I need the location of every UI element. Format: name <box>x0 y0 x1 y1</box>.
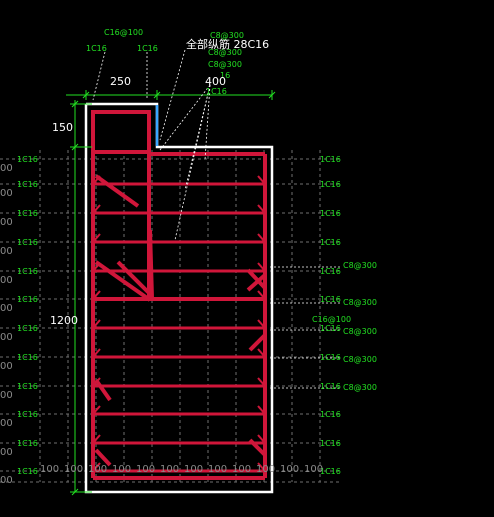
section-drawing: C16@100 1C16 1C16 全部纵筋 28C16 C8@300 C8@3… <box>0 28 377 496</box>
stirrup-label: C16@100 <box>104 28 143 37</box>
rebar-label-left: 1C16 <box>86 44 107 53</box>
left-gray-dim: 00 <box>0 217 13 228</box>
left-gray-dim: 00 <box>0 188 13 199</box>
dim-width-right: 400 <box>205 75 226 88</box>
row-label-right: 1C16 <box>320 267 341 276</box>
left-gray-dim: 00 <box>0 447 13 458</box>
bottom-gray-dim: 100 <box>304 464 323 475</box>
left-gray-dim: 00 <box>0 418 13 429</box>
left-gray-dim: 00 <box>0 163 13 174</box>
diagonal-tie <box>148 229 154 299</box>
stirrup-label-s3: C8@300 <box>208 60 242 69</box>
bottom-gray-dim: 100 <box>232 464 251 475</box>
row-label-left: 1C16 <box>17 439 38 448</box>
row-label-right: 1C16 <box>320 353 341 362</box>
flange-stirrup <box>91 110 151 154</box>
one-c16-label: 1C16 <box>206 87 227 96</box>
row-label-left: 1C16 <box>17 180 38 189</box>
row-label-right: 1C16 <box>320 324 341 333</box>
row-label-left: 1C16 <box>17 295 38 304</box>
right-stirrup-label: C8@300 <box>343 383 377 392</box>
row-label-right: 1C16 <box>320 209 341 218</box>
labels: C16@100 1C16 1C16 全部纵筋 28C16 C8@300 C8@3… <box>0 28 377 486</box>
dim-flange-height: 150 <box>52 121 73 134</box>
drawing-canvas: C16@100 1C16 1C16 全部纵筋 28C16 C8@300 C8@3… <box>0 0 494 517</box>
rebar-label-mid: 1C16 <box>137 44 158 53</box>
dim-total-height: 1200 <box>50 314 78 327</box>
row-label-left: 1C16 <box>17 324 38 333</box>
diagonal-tie <box>94 378 112 402</box>
bottom-gray-dim: 100 <box>88 464 107 475</box>
row-label-right: 1C16 <box>320 382 341 391</box>
stirrup-label-s2: C8@300 <box>208 48 242 57</box>
bottom-gray-dim: 100 <box>160 464 179 475</box>
row-label-left: 1C16 <box>17 353 38 362</box>
left-gray-dim: 00 <box>0 246 13 257</box>
right-stirrup-label: C8@300 <box>343 355 377 364</box>
right-stirrup-label: C16@100 <box>312 315 351 324</box>
row-label-left: 1C16 <box>17 238 38 247</box>
bottom-gray-dim: 100 <box>136 464 155 475</box>
row-label-right: 1C16 <box>320 467 341 476</box>
row-label-right: 1C16 <box>320 439 341 448</box>
rebar-layout <box>91 110 267 480</box>
left-gray-dim: 00 <box>0 361 13 372</box>
bottom-gray-dim: 100 <box>208 464 227 475</box>
diagonal-tie <box>94 448 112 467</box>
row-label-right: 1C16 <box>320 155 341 164</box>
row-label-left: 1C16 <box>17 410 38 419</box>
bottom-gray-dim: 100 <box>64 464 83 475</box>
row-label-left: 1C16 <box>17 467 38 476</box>
diagonal-tie <box>248 333 267 352</box>
row-label-right: 1C16 <box>320 295 341 304</box>
bottom-gray-dim: 100 <box>112 464 131 475</box>
stirrup-label-s1: C8@300 <box>210 31 244 40</box>
row-label-left: 1C16 <box>17 155 38 164</box>
bottom-gray-dim: 100 <box>40 464 59 475</box>
left-gray-dim: 00 <box>0 275 13 286</box>
row-label-right: 1C16 <box>320 180 341 189</box>
row-label-left: 1C16 <box>17 382 38 391</box>
dim-width-left: 250 <box>110 75 131 88</box>
left-gray-dim: 00 <box>0 303 13 314</box>
diagonal-tie <box>94 174 140 208</box>
right-stirrup-label: C8@300 <box>343 261 377 270</box>
left-gray-dim: 00 <box>0 332 13 343</box>
row-label-left: 1C16 <box>17 209 38 218</box>
bottom-gray-dim: 100 <box>256 464 275 475</box>
right-stirrup-label: C8@300 <box>343 298 377 307</box>
right-stirrup-label: C8@300 <box>343 327 377 336</box>
left-gray-dim: 00 <box>0 475 13 486</box>
row-label-right: 1C16 <box>320 410 341 419</box>
row-label-right: 1C16 <box>320 238 341 247</box>
row-label-left: 1C16 <box>17 267 38 276</box>
left-gray-dim: 00 <box>0 390 13 401</box>
bottom-gray-dim: 100 <box>280 464 299 475</box>
bottom-gray-dim: 100 <box>184 464 203 475</box>
